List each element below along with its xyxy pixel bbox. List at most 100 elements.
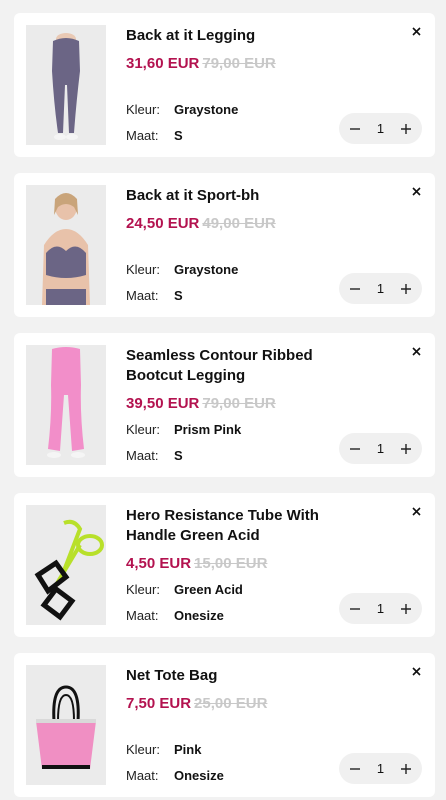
size-value: S: [174, 128, 183, 143]
product-image-resistance-tube[interactable]: [26, 505, 106, 625]
product-price: 39,50 EUR 79,00 EUR: [126, 394, 276, 414]
product-price: 7,50 EUR 25,00 EUR: [126, 694, 267, 714]
remove-item-button[interactable]: [409, 344, 423, 358]
increase-quantity-button[interactable]: [399, 282, 413, 296]
sale-price: 7,50 EUR: [126, 695, 192, 712]
color-label: Kleur:: [126, 582, 160, 597]
remove-item-button[interactable]: [409, 504, 423, 518]
sale-price: 24,50 EUR: [126, 215, 200, 232]
product-price: 31,60 EUR 79,00 EUR: [126, 54, 276, 74]
size-attribute: Maat: S: [126, 127, 183, 145]
increase-quantity-button[interactable]: [399, 762, 413, 776]
size-label: Maat:: [126, 288, 159, 303]
product-price: 24,50 EUR 49,00 EUR: [126, 214, 276, 234]
quantity-value[interactable]: 1: [377, 281, 384, 296]
color-value: Green Acid: [174, 582, 243, 597]
size-value: Onesize: [174, 768, 224, 783]
quantity-value[interactable]: 1: [377, 601, 384, 616]
size-attribute: Maat: S: [126, 287, 183, 305]
size-label: Maat:: [126, 768, 159, 783]
color-label: Kleur:: [126, 102, 160, 117]
quantity-value[interactable]: 1: [377, 761, 384, 776]
close-icon: [411, 506, 421, 516]
product-image-legging[interactable]: [26, 25, 106, 145]
minus-icon: [350, 127, 360, 130]
increase-quantity-button[interactable]: [399, 442, 413, 456]
size-value: S: [174, 448, 183, 463]
close-icon: [411, 666, 421, 676]
size-attribute: Maat: Onesize: [126, 767, 224, 785]
product-title[interactable]: Net Tote Bag: [126, 666, 341, 686]
decrease-quantity-button[interactable]: [348, 122, 362, 136]
cart-item: Back at it Sport-bh 24,50 EUR 49,00 EUR K…: [14, 173, 435, 317]
increase-quantity-button[interactable]: [399, 602, 413, 616]
original-price: 15,00 EUR: [194, 555, 268, 572]
size-attribute: Maat: Onesize: [126, 607, 224, 625]
remove-item-button[interactable]: [409, 184, 423, 198]
sale-price: 31,60 EUR: [126, 55, 200, 72]
quantity-stepper: 1: [339, 273, 422, 304]
decrease-quantity-button[interactable]: [348, 762, 362, 776]
remove-item-button[interactable]: [409, 664, 423, 678]
close-icon: [411, 186, 421, 196]
size-value: Onesize: [174, 608, 224, 623]
original-price: 25,00 EUR: [194, 695, 268, 712]
plus-icon: [400, 763, 411, 774]
quantity-stepper: 1: [339, 113, 422, 144]
cart-item: Net Tote Bag 7,50 EUR 25,00 EUR Kleur: Pin…: [14, 653, 435, 797]
quantity-stepper: 1: [339, 593, 422, 624]
product-image-sports-bra[interactable]: [26, 185, 106, 305]
decrease-quantity-button[interactable]: [348, 442, 362, 456]
original-price: 79,00 EUR: [202, 395, 276, 412]
original-price: 49,00 EUR: [202, 215, 276, 232]
color-attribute: Kleur: Pink: [126, 741, 201, 759]
color-label: Kleur:: [126, 262, 160, 277]
cart-item: Hero Resistance Tube With Handle Green A…: [14, 493, 435, 637]
product-title[interactable]: Back at it Sport-bh: [126, 186, 341, 206]
minus-icon: [350, 287, 360, 290]
minus-icon: [350, 767, 360, 770]
cart-item: Seamless Contour Ribbed Bootcut Legging …: [14, 333, 435, 477]
close-icon: [411, 346, 421, 356]
color-value: Graystone: [174, 262, 239, 277]
plus-icon: [400, 603, 411, 614]
minus-icon: [350, 607, 360, 610]
size-label: Maat:: [126, 448, 159, 463]
color-attribute: Kleur: Prism Pink: [126, 421, 241, 439]
decrease-quantity-button[interactable]: [348, 602, 362, 616]
color-value: Graystone: [174, 102, 239, 117]
decrease-quantity-button[interactable]: [348, 282, 362, 296]
minus-icon: [350, 447, 360, 450]
size-label: Maat:: [126, 608, 159, 623]
size-attribute: Maat: S: [126, 447, 183, 465]
plus-icon: [400, 283, 411, 294]
quantity-stepper: 1: [339, 753, 422, 784]
color-attribute: Kleur: Graystone: [126, 101, 238, 119]
color-label: Kleur:: [126, 742, 160, 757]
size-value: S: [174, 288, 183, 303]
plus-icon: [400, 123, 411, 134]
sale-price: 4,50 EUR: [126, 555, 192, 572]
color-value: Pink: [174, 742, 202, 757]
product-title[interactable]: Back at it Legging: [126, 26, 341, 46]
color-attribute: Kleur: Graystone: [126, 261, 238, 279]
size-label: Maat:: [126, 128, 159, 143]
color-label: Kleur:: [126, 422, 160, 437]
cart-item: Back at it Legging 31,60 EUR 79,00 EUR Kl…: [14, 13, 435, 157]
product-image-tote-bag[interactable]: [26, 665, 106, 785]
close-icon: [411, 26, 421, 36]
cart-item-list: Back at it Legging 31,60 EUR 79,00 EUR Kl…: [14, 13, 435, 800]
product-title[interactable]: Hero Resistance Tube With Handle Green A…: [126, 506, 341, 546]
color-attribute: Kleur: Green Acid: [126, 581, 243, 599]
product-price: 4,50 EUR 15,00 EUR: [126, 554, 267, 574]
quantity-value[interactable]: 1: [377, 441, 384, 456]
original-price: 79,00 EUR: [202, 55, 276, 72]
increase-quantity-button[interactable]: [399, 122, 413, 136]
plus-icon: [400, 443, 411, 454]
product-image-bootcut-legging[interactable]: [26, 345, 106, 465]
product-title[interactable]: Seamless Contour Ribbed Bootcut Legging: [126, 346, 341, 386]
remove-item-button[interactable]: [409, 24, 423, 38]
quantity-stepper: 1: [339, 433, 422, 464]
quantity-value[interactable]: 1: [377, 121, 384, 136]
sale-price: 39,50 EUR: [126, 395, 200, 412]
